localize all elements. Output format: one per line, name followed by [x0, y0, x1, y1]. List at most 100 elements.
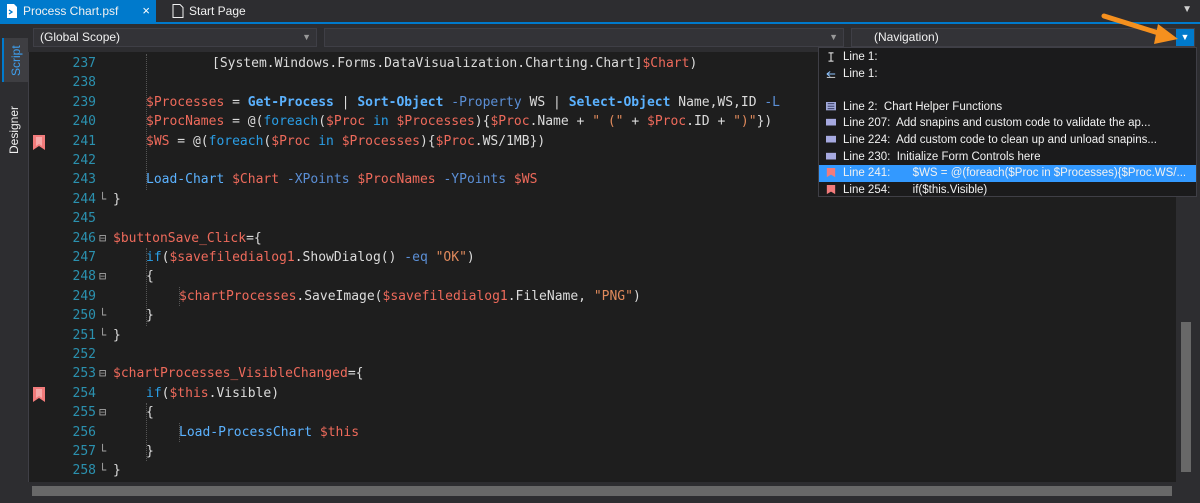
region-icon [826, 101, 836, 111]
indent-guide [146, 403, 147, 462]
tab-overflow-chevron-icon[interactable]: ▼ [1182, 4, 1192, 15]
navigation-item[interactable]: Line 1: [819, 49, 1196, 66]
fold-collapse-icon[interactable]: ⊟ [99, 267, 109, 286]
code-line[interactable]: 252 [29, 345, 1169, 364]
line-number: 254 [72, 385, 96, 401]
navigation-item-label: Line 1: [843, 51, 878, 63]
fold-end-icon: └ [99, 191, 107, 206]
comment-block-icon [826, 135, 836, 143]
code-text: } [146, 308, 154, 324]
code-line[interactable]: 250 └} [29, 306, 1169, 325]
line-number: 253 [72, 366, 96, 382]
indent-guide [179, 422, 180, 442]
line-number: 249 [72, 288, 96, 304]
line-number: 244 [72, 191, 96, 207]
code-line[interactable]: 256 Load-ProcessChart $this [29, 423, 1169, 442]
code-line[interactable]: 245 [29, 209, 1169, 228]
code-text: } [113, 463, 121, 479]
code-text: $WS = @(foreach($Proc in $Processes){$Pr… [146, 133, 546, 149]
line-number: 247 [72, 250, 96, 265]
code-text: } [113, 191, 121, 207]
chevron-down-icon: ▼ [302, 32, 311, 42]
document-tab-bar: Process Chart.psf × Start Page ▼ [0, 0, 1200, 24]
code-text: $buttonSave_Click={ [113, 230, 262, 246]
line-number: 243 [72, 172, 96, 188]
fold-collapse-icon[interactable]: ⊟ [99, 364, 109, 383]
code-text: [System.Windows.Forms.DataVisualization.… [212, 56, 698, 71]
bookmark-icon[interactable] [33, 134, 45, 150]
tab-start-page[interactable]: Start Page [166, 0, 266, 22]
line-number: 246 [72, 230, 96, 246]
side-tab-strip: Script Designer [0, 38, 28, 503]
code-line[interactable]: 257 └} [29, 442, 1169, 461]
code-text: $Processes = Get-Process | Sort-Object -… [146, 94, 781, 110]
line-number: 248 [72, 269, 96, 285]
code-line[interactable]: 248 ⊟ { [29, 267, 1169, 286]
line-number: 257 [72, 444, 96, 459]
tab-designer-label: Designer [7, 105, 21, 154]
indent-guide [179, 286, 180, 307]
code-line[interactable]: 253 ⊟ $chartProcesses_VisibleChanged={ [29, 364, 1169, 383]
navigation-item[interactable]: Line 224: Add custom code to clean up an… [819, 132, 1196, 149]
line-number: 258 [72, 463, 96, 479]
line-number: 237 [72, 56, 96, 71]
close-icon[interactable]: × [142, 3, 150, 18]
fold-end-icon: └ [99, 444, 107, 458]
indent-guide [146, 248, 147, 326]
line-number: 239 [72, 94, 96, 110]
code-text: $chartProcesses.SaveImage($savefiledialo… [179, 288, 641, 304]
scope-combo[interactable]: (Global Scope) ▼ [33, 28, 317, 47]
tab-script-label: Script [9, 45, 23, 76]
navigation-item-label: Line 207: Add snapins and custom code to… [843, 117, 1151, 130]
line-number: 250 [72, 308, 96, 324]
navigation-item[interactable]: Line 2: Chart Helper Functions [819, 99, 1196, 116]
fold-end-icon: └ [99, 327, 107, 342]
navigation-item[interactable]: Line 254: if($this.Visible) [819, 182, 1196, 199]
code-line[interactable]: 258 └} [29, 461, 1169, 480]
bookmark-icon [826, 168, 836, 178]
code-line[interactable]: 249 $chartProcesses.SaveImage($savefiledi… [29, 287, 1169, 306]
line-number: 252 [72, 347, 96, 362]
code-text: if($savefiledialog1.ShowDialog() -eq "OK… [146, 250, 475, 265]
comment-block-icon [826, 152, 836, 160]
page-icon [172, 4, 184, 18]
code-text: { [146, 269, 154, 285]
tab-label: Process Chart.psf [23, 4, 119, 18]
navigation-item-label: Line 1: [843, 67, 878, 80]
navigation-value: (Navigation) [874, 30, 939, 44]
code-line[interactable]: 251 └} [29, 326, 1169, 345]
scrollbar-thumb[interactable] [32, 486, 1172, 496]
powershell-file-icon [7, 4, 17, 18]
code-text: Load-ProcessChart $this [179, 424, 360, 440]
line-number: 251 [72, 327, 96, 343]
code-text: if($this.Visible) [146, 385, 280, 401]
code-line[interactable]: 254 if($this.Visible) [29, 384, 1169, 403]
code-line[interactable]: 255 ⊟ { [29, 403, 1169, 422]
navigation-item-label: Line 230: Initialize Form Controls here [843, 150, 1041, 163]
member-combo[interactable]: ▼ [324, 28, 844, 47]
tab-process-chart[interactable]: Process Chart.psf × [0, 0, 156, 22]
code-text: $ProcNames = @(foreach($Proc in $Process… [146, 114, 773, 130]
horizontal-scrollbar[interactable] [28, 482, 1196, 500]
fold-collapse-icon[interactable]: ⊟ [99, 229, 109, 248]
navigation-item[interactable]: Line 241: $WS = @(foreach($Proc in $Proc… [819, 165, 1196, 182]
line-number: 255 [72, 405, 96, 421]
navigation-item-label: Line 254: if($this.Visible) [843, 183, 988, 196]
comment-block-icon [826, 119, 836, 126]
line-number: 238 [72, 75, 96, 91]
text-cursor-icon [828, 52, 834, 62]
tab-script[interactable]: Script [2, 38, 28, 82]
scrollbar-thumb[interactable] [1181, 322, 1191, 472]
navigation-item-label: Line 2: Chart Helper Functions [843, 100, 1003, 113]
code-line[interactable]: 246 ⊟ $buttonSave_Click={ [29, 229, 1169, 248]
tab-designer[interactable]: Designer [2, 96, 26, 160]
code-line[interactable]: 247 if($savefiledialog1.ShowDialog() -eq … [29, 248, 1169, 267]
navigation-item[interactable]: Line 207: Add snapins and custom code to… [819, 115, 1196, 132]
navigation-item[interactable]: Line 1: [819, 66, 1196, 83]
line-number: 256 [72, 424, 96, 440]
navigation-item[interactable]: Line 230: Initialize Form Controls here [819, 149, 1196, 166]
code-text: { [146, 405, 154, 421]
bookmark-icon[interactable] [33, 386, 45, 402]
fold-collapse-icon[interactable]: ⊟ [99, 403, 109, 422]
scope-value: (Global Scope) [40, 30, 121, 44]
